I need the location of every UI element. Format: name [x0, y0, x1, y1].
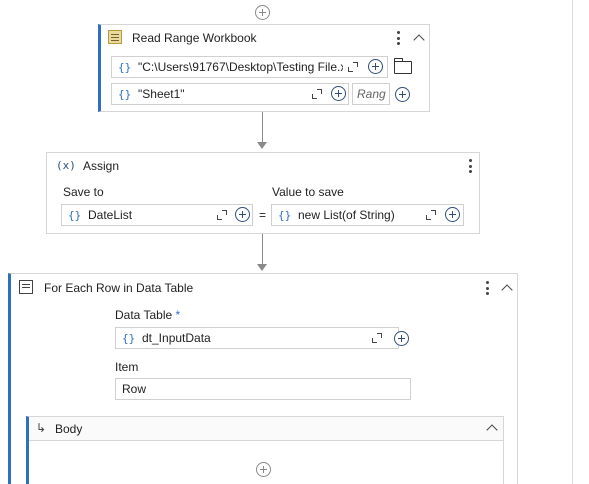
save-to-field[interactable]: {} DateList	[61, 204, 253, 226]
required-mark: *	[175, 308, 181, 322]
read-range-more-icon[interactable]	[396, 31, 400, 45]
read-range-title: Read Range Workbook	[132, 31, 257, 45]
expression-braces-icon: {}	[278, 208, 292, 222]
save-to-value: DateList	[88, 208, 133, 222]
expression-braces-icon: {}	[118, 60, 132, 74]
item-label: Item	[115, 360, 139, 374]
range-add-icon[interactable]	[395, 87, 410, 102]
add-activity-body-icon[interactable]	[256, 462, 271, 477]
assign-card[interactable]: (x) Assign Save to Value to save {} Date…	[46, 152, 480, 234]
connector-line	[262, 112, 263, 142]
assign-equals: =	[259, 208, 267, 222]
body-indent-icon: ↳	[36, 421, 47, 435]
expression-braces-icon: {}	[118, 87, 132, 101]
expression-braces-icon: {}	[68, 208, 82, 222]
panel-divider	[572, 0, 573, 484]
value-to-save-field[interactable]: {} new List(of String)	[271, 204, 464, 226]
body-title: Body	[55, 422, 83, 436]
value-to-save-expand-icon[interactable]	[426, 210, 436, 220]
workbook-path-expand-icon[interactable]	[348, 62, 358, 72]
range-field[interactable]: Rang	[352, 83, 390, 105]
for-each-header[interactable]: For Each Row in Data Table	[11, 274, 517, 300]
value-to-save-add-icon[interactable]	[445, 207, 460, 222]
sheet-name-field[interactable]: {} "Sheet1"	[111, 83, 349, 105]
data-table-value: dt_InputData	[142, 331, 211, 345]
sheet-name-expand-icon[interactable]	[312, 89, 322, 99]
save-to-add-icon[interactable]	[235, 207, 250, 222]
data-table-expand-icon[interactable]	[372, 333, 382, 343]
value-to-save-label: Value to save	[272, 185, 344, 199]
item-field[interactable]: Row	[115, 378, 411, 400]
data-table-label: Data Table *	[115, 308, 181, 322]
for-each-row-icon	[19, 280, 33, 294]
for-each-row-card[interactable]: For Each Row in Data Table Data Table * …	[8, 273, 518, 484]
browse-folder-icon[interactable]	[394, 58, 412, 74]
read-range-collapse-icon[interactable]	[413, 34, 425, 46]
connector-arrow-icon	[257, 142, 267, 149]
body-collapse-icon[interactable]	[486, 424, 498, 436]
assign-header[interactable]: (x) Assign	[47, 153, 479, 179]
expression-braces-icon: {}	[122, 331, 136, 345]
assign-more-icon[interactable]	[468, 159, 472, 173]
data-table-field[interactable]: {} dt_InputData	[115, 327, 399, 349]
read-range-workbook-card[interactable]: Read Range Workbook {} "C:\Users\91767\D…	[98, 24, 430, 112]
for-each-title: For Each Row in Data Table	[44, 281, 194, 295]
range-placeholder: Rang	[357, 87, 386, 101]
assign-title: Assign	[83, 159, 120, 173]
connector-line	[262, 234, 263, 264]
body-header[interactable]: ↳ Body	[29, 417, 503, 441]
save-to-expand-icon[interactable]	[217, 210, 227, 220]
item-value: Row	[122, 382, 147, 396]
excel-workbook-icon	[108, 30, 122, 44]
workbook-path-field[interactable]: {} "C:\Users\91767\Desktop\Testing File.…	[111, 56, 388, 78]
workbook-path-add-icon[interactable]	[368, 59, 383, 74]
save-to-label: Save to	[63, 185, 104, 199]
add-activity-top-icon[interactable]	[255, 5, 270, 20]
for-each-more-icon[interactable]	[485, 281, 489, 295]
sheet-name-add-icon[interactable]	[331, 86, 346, 101]
value-to-save-value: new List(of String)	[298, 208, 395, 222]
connector-arrow-icon	[257, 264, 267, 271]
workbook-path-value: "C:\Users\91767\Desktop\Testing File.x	[138, 60, 343, 74]
assign-variable-icon: (x)	[56, 159, 76, 172]
workflow-canvas[interactable]: Read Range Workbook {} "C:\Users\91767\D…	[0, 0, 572, 484]
read-range-header[interactable]: Read Range Workbook	[101, 25, 429, 51]
for-each-collapse-icon[interactable]	[501, 284, 513, 296]
body-container[interactable]: ↳ Body	[26, 416, 504, 484]
data-table-add-icon[interactable]	[394, 331, 409, 346]
